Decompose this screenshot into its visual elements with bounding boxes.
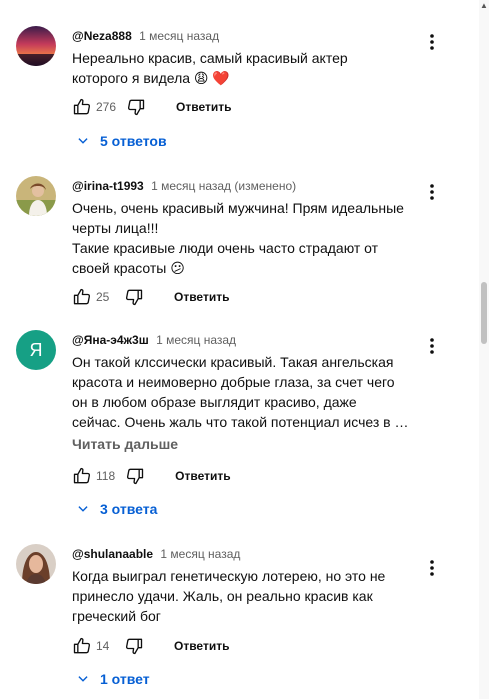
comment-date[interactable]: 1 месяц назад (156, 333, 236, 347)
chevron-down-icon (78, 138, 88, 144)
replies-toggle[interactable]: 1 ответ (76, 667, 150, 691)
reply-button[interactable]: Ответить (168, 96, 239, 118)
reply-button[interactable]: Ответить (166, 286, 237, 308)
comment-line: принесло удачи. Жаль, он реально красив … (72, 588, 373, 604)
comment-line: Он такой клссически красивый. Такая анге… (72, 354, 394, 370)
more-actions-icon[interactable] (420, 334, 444, 358)
scrollbar-thumb[interactable] (481, 282, 487, 344)
like-count: 25 (96, 290, 110, 304)
comment-line: своей красоты 😕 (72, 260, 185, 276)
replies-label: 1 ответ (100, 671, 150, 687)
reply-button[interactable]: Ответить (167, 465, 238, 487)
like-icon[interactable] (70, 634, 94, 658)
author-avatar[interactable] (16, 176, 56, 216)
comment-header: @Neza888 1 месяц назад (72, 28, 219, 44)
comment-line: Когда выиграл генетическую лотерею, но э… (72, 568, 386, 584)
comment-line: Такие красивые люди очень часто страдают… (72, 240, 379, 256)
dislike-icon[interactable] (122, 634, 146, 658)
author-name[interactable]: @Яна-э4ж3ш (72, 333, 149, 347)
dislike-icon[interactable] (123, 464, 147, 488)
read-more-link[interactable]: Читать дальше (72, 434, 178, 454)
like-count: 118 (96, 469, 116, 483)
replies-toggle[interactable]: 3 ответа (76, 497, 157, 521)
comment-line: красота и неимоверно добрые глаза, за сч… (72, 374, 395, 390)
comment-line: он в любом образе выглядит красиво, даже (72, 394, 357, 410)
comment-header: @irina-t1993 1 месяц назад (изменено) (72, 178, 296, 194)
comment-line: Очень, очень красивый мужчина! Прям идеа… (72, 200, 404, 216)
like-icon[interactable] (70, 285, 94, 309)
comment-line: которого я видела 😩 ❤️ (72, 70, 230, 86)
chevron-down-icon (78, 676, 88, 682)
dislike-icon[interactable] (122, 285, 146, 309)
more-actions-icon[interactable] (420, 556, 444, 580)
comment-header: @Яна-э4ж3ш 1 месяц назад (72, 332, 236, 348)
author-name[interactable]: @irina-t1993 (72, 179, 144, 193)
like-icon[interactable] (70, 464, 94, 488)
like-icon[interactable] (70, 95, 94, 119)
more-actions-icon[interactable] (420, 180, 444, 204)
reply-button[interactable]: Ответить (166, 635, 237, 657)
comment-actions: 276 Ответить (70, 95, 239, 119)
replies-label: 5 ответов (100, 133, 167, 149)
more-actions-icon[interactable] (420, 30, 444, 54)
comment-header: @shulanaable 1 месяц назад (72, 546, 240, 562)
comment-line: сейчас. Очень жаль что такой потенциал и… (72, 414, 409, 430)
comment-date[interactable]: 1 месяц назад (160, 547, 240, 561)
comment-actions: 118 Ответить (70, 464, 239, 488)
scroll-up-icon[interactable]: ▲ (480, 2, 488, 10)
like-count: 14 (96, 639, 110, 653)
author-name[interactable]: @shulanaable (72, 547, 153, 561)
comment-text: Очень, очень красивый мужчина! Прям идеа… (72, 198, 424, 278)
dislike-icon[interactable] (124, 95, 148, 119)
comment-actions: 14 Ответить (70, 634, 237, 658)
chevron-down-icon (78, 506, 88, 512)
author-avatar[interactable] (16, 26, 56, 66)
comment-date[interactable]: 1 месяц назад (139, 29, 219, 43)
top-edge (0, 0, 470, 12)
comment-date[interactable]: 1 месяц назад (изменено) (151, 179, 296, 193)
author-name[interactable]: @Neza888 (72, 29, 132, 43)
scrollbar[interactable]: ▲ (479, 0, 489, 699)
comment-text: Нереально красив, самый красивый актер к… (72, 48, 424, 88)
replies-toggle[interactable]: 5 ответов (76, 129, 167, 153)
comment-line: греческий бог (72, 608, 161, 624)
author-avatar[interactable]: Я (16, 330, 56, 370)
like-count: 276 (96, 100, 117, 114)
author-avatar[interactable] (16, 544, 56, 584)
avatar-letter: Я (29, 339, 43, 360)
comment-line: Нереально красив, самый красивый актер (72, 50, 348, 66)
comment-line: черты лица!!! (72, 220, 159, 236)
comment-actions: 25 Ответить (70, 285, 237, 309)
replies-label: 3 ответа (100, 501, 158, 517)
comment-text: Он такой клссически красивый. Такая анге… (72, 352, 424, 432)
comment-text: Когда выиграл генетическую лотерею, но э… (72, 566, 424, 626)
